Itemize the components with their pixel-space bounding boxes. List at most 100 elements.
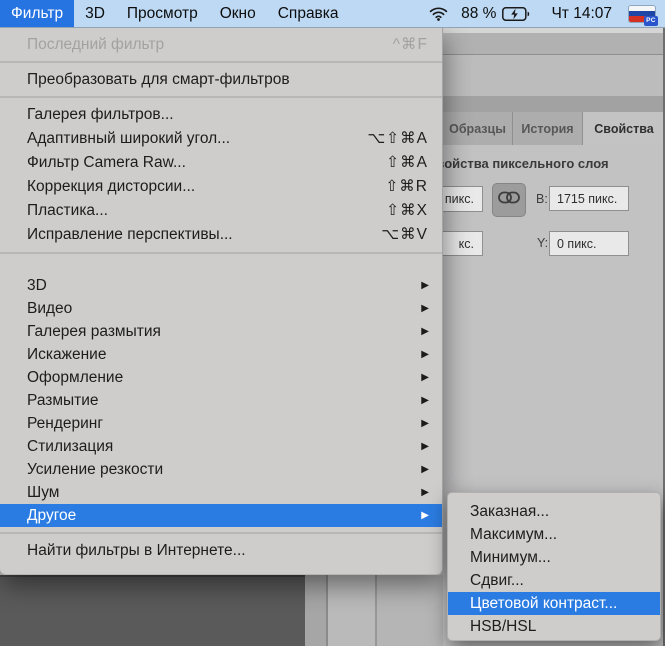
tab-label: Свойства (594, 121, 654, 136)
menubar-item-label: Окно (219, 4, 256, 22)
submenu-arrow-icon: ▶ (421, 487, 429, 498)
submenu-arrow-icon: ▶ (421, 418, 429, 429)
chain-link-icon (498, 191, 520, 209)
menu-item-label: Видео (27, 300, 73, 317)
x-field-value: кс. (458, 236, 474, 251)
filter-menu: Последний фильтр ^⌘F Преобразовать для с… (0, 28, 443, 575)
menu-item-video[interactable]: Видео ▶ (0, 297, 442, 320)
submenu-item-label: Заказная... (470, 503, 550, 520)
menu-item-oformlenie[interactable]: Оформление ▶ (0, 366, 442, 389)
menu-separator (0, 532, 442, 534)
menu-item-label: Исправление перспективы... (27, 226, 233, 243)
submenu-arrow-icon: ▶ (421, 303, 429, 314)
menu-item-korrektsiya-distorsii[interactable]: Коррекция дисторсии... ⇧⌘R (0, 175, 442, 199)
menu-item-iskazhenie[interactable]: Искажение ▶ (0, 343, 442, 366)
menu-item-shortcut: ^⌘F (392, 36, 428, 53)
menu-item-label: Оформление (27, 369, 124, 386)
menu-separator (0, 61, 442, 63)
menu-item-shortcut: ⌥⌘V (381, 226, 428, 243)
submenu-arrow-icon: ▶ (421, 441, 429, 452)
menu-item-label: Рендеринг (27, 415, 103, 432)
menubar-item-spravka[interactable]: Справка (267, 0, 350, 27)
height-field-value: 1715 пикс. (557, 191, 618, 206)
menu-item-label: Галерея размытия (27, 323, 161, 340)
submenu-arrow-icon: ▶ (421, 372, 429, 383)
menubar-clock[interactable]: Чт 14:07 (551, 5, 612, 23)
drugoe-submenu: Заказная... Максимум... Минимум... Сдвиг… (447, 492, 661, 641)
menu-item-posledniy-filtr: Последний фильтр ^⌘F (0, 33, 442, 57)
menu-item-label: Размытие (27, 392, 99, 409)
menu-item-galereya-filtrov[interactable]: Галерея фильтров... (0, 103, 442, 127)
menu-item-label: Другое (27, 507, 77, 524)
tab-obraztsy[interactable]: Образцы (443, 112, 513, 145)
menu-item-label: Коррекция дисторсии... (27, 178, 196, 195)
menu-item-galereya-razmytiya[interactable]: Галерея размытия ▶ (0, 320, 442, 343)
menubar-item-prosmotr[interactable]: Просмотр (116, 0, 209, 27)
y-field[interactable]: 0 пикс. (549, 231, 629, 256)
submenu-item-hsb-hsl[interactable]: HSB/HSL (448, 615, 660, 638)
submenu-item-label: Сдвиг... (470, 572, 524, 589)
menu-separator (0, 96, 442, 98)
tab-svoystva[interactable]: Свойства (583, 112, 665, 145)
menu-separator (0, 252, 442, 254)
submenu-item-maksimum[interactable]: Максимум... (448, 523, 660, 546)
menu-item-label: Адаптивный широкий угол... (27, 130, 231, 147)
menu-item-stilizatsiya[interactable]: Стилизация ▶ (0, 435, 442, 458)
menu-item-shortcut: ⇧⌘A (386, 154, 428, 171)
menu-item-label: Усиление резкости (27, 461, 164, 478)
menu-item-label: Галерея фильтров... (27, 106, 174, 123)
width-field[interactable]: пикс. (443, 186, 483, 212)
menu-item-razmytie[interactable]: Размытие ▶ (0, 389, 442, 412)
menu-item-3d[interactable]: 3D ▶ (0, 274, 442, 297)
menubar-item-filtr[interactable]: Фильтр (0, 0, 75, 27)
link-dimensions-button[interactable] (492, 183, 526, 217)
menu-item-usilenie-rezkosti[interactable]: Усиление резкости ▶ (0, 458, 442, 481)
menu-item-label: Последний фильтр (27, 36, 165, 53)
height-field-label: В: (536, 192, 548, 206)
panel-gap-band (443, 55, 665, 96)
submenu-item-label: Цветовой контраст... (470, 595, 618, 612)
menu-item-drugoe[interactable]: Другое ▶ (0, 504, 442, 527)
wifi-icon[interactable] (429, 6, 448, 21)
menu-item-shortcut: ⇧⌘X (386, 202, 428, 219)
submenu-item-minimum[interactable]: Минимум... (448, 546, 660, 569)
battery-charging-icon[interactable] (502, 6, 530, 21)
x-field[interactable]: кс. (443, 231, 483, 256)
width-field-value: пикс. (444, 192, 474, 206)
menu-item-adaptivnyi-shirokiy-ugol[interactable]: Адаптивный широкий угол... ⌥⇧⌘A (0, 127, 442, 151)
screen: Образцы История Свойства Свойства пиксел… (0, 0, 665, 646)
menubar-item-okno[interactable]: Окно (209, 0, 267, 27)
options-bar (443, 33, 665, 55)
menu-item-shortcut: ⇧⌘R (385, 178, 428, 195)
photoshop-bottom-area (0, 575, 443, 646)
menu-item-preobrazovat-smart-filtry[interactable]: Преобразовать для смарт-фильтров (0, 68, 442, 92)
tab-label: Образцы (449, 121, 506, 136)
menu-item-label: Искажение (27, 346, 107, 363)
menu-item-label: Фильтр Camera Raw... (27, 154, 186, 171)
submenu-item-sdvig[interactable]: Сдвиг... (448, 569, 660, 592)
menu-item-ispravlenie-perspektivy[interactable]: Исправление перспективы... ⌥⌘V (0, 223, 442, 247)
menu-item-nayti-filtry[interactable]: Найти фильтры в Интернете... (0, 539, 442, 563)
flag-badge: РС (644, 16, 658, 26)
menu-item-plastika[interactable]: Пластика... ⇧⌘X (0, 199, 442, 223)
battery-percent: 88 % (461, 4, 497, 22)
menubar-item-label: Справка (277, 4, 339, 22)
submenu-item-label: Минимум... (470, 549, 551, 566)
input-source-flag-icon[interactable]: РС (629, 5, 658, 26)
menubar-item-3d[interactable]: 3D (74, 0, 116, 27)
submenu-arrow-icon: ▶ (421, 464, 429, 475)
submenu-arrow-icon: ▶ (421, 280, 429, 291)
panel-strip (377, 575, 443, 646)
menu-item-label: Преобразовать для смарт-фильтров (27, 71, 290, 88)
submenu-item-tsvetovoy-kontrast[interactable]: Цветовой контраст... (448, 592, 660, 615)
panel-strip (328, 575, 375, 646)
menu-item-label: 3D (27, 277, 47, 294)
menu-item-camera-raw[interactable]: Фильтр Camera Raw... ⇧⌘A (0, 151, 442, 175)
menu-item-rendering[interactable]: Рендеринг ▶ (0, 412, 442, 435)
height-field[interactable]: 1715 пикс. (549, 186, 629, 211)
submenu-item-zakaznaya[interactable]: Заказная... (448, 500, 660, 523)
menubar-spacer (350, 0, 430, 27)
menu-item-label: Шум (27, 484, 60, 501)
menu-item-shum[interactable]: Шум ▶ (0, 481, 442, 504)
tab-istoriya[interactable]: История (513, 112, 583, 145)
